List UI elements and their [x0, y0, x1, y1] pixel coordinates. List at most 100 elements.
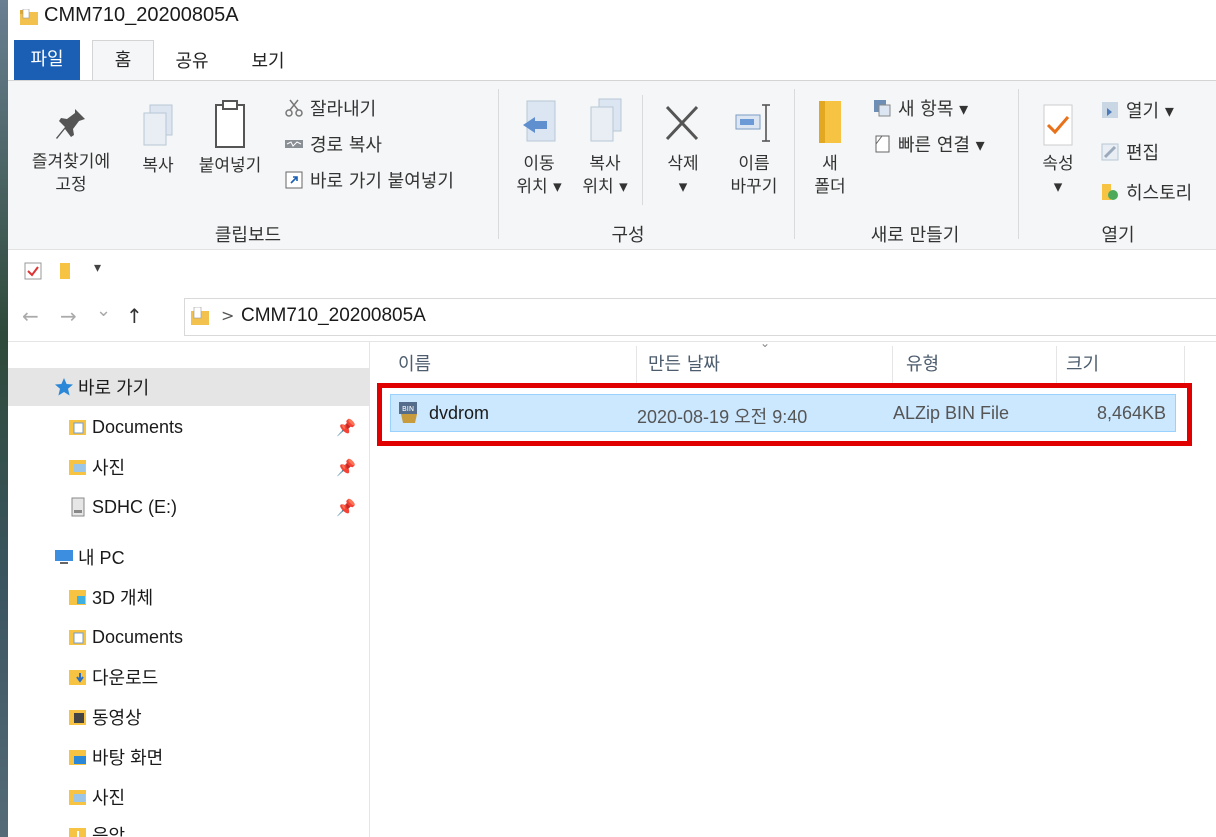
column-divider[interactable]	[892, 346, 893, 386]
move-to-label-line2: 위치 ▾	[516, 177, 562, 197]
nav-item-pictures[interactable]: 사진	[8, 778, 370, 816]
nav-label: 바탕 화면	[92, 748, 164, 768]
easy-access-label: 빠른 연결 ▾	[898, 135, 985, 156]
group-divider	[1018, 89, 1019, 239]
shortcut-icon	[284, 170, 304, 190]
delete-x-icon	[663, 97, 703, 149]
pin-icon	[51, 103, 91, 147]
nav-label: 동영상	[92, 708, 142, 728]
copy-to-button[interactable]: 복사 위치 ▾	[574, 97, 636, 199]
edit-button[interactable]: 편집	[1100, 139, 1159, 165]
back-button[interactable]: ←	[22, 304, 39, 328]
copy-path-label: 경로 복사	[310, 135, 382, 156]
nav-item-downloads[interactable]: 다운로드	[8, 658, 370, 696]
nav-item-documents[interactable]: Documents 📌	[8, 408, 370, 446]
clipboard-group-label: 클립보드	[214, 225, 282, 246]
open-button[interactable]: 열기 ▾	[1100, 97, 1174, 123]
clipboard-icon	[210, 97, 250, 151]
nav-item-videos[interactable]: 동영상	[8, 698, 370, 736]
nav-label: 3D 개체	[92, 588, 154, 608]
paste-label: 붙여넣기	[198, 156, 262, 176]
organize-group-label: 구성	[611, 225, 645, 246]
window-title: CMM710_20200805A	[44, 4, 239, 26]
pin-icon: 📌	[336, 420, 356, 437]
nav-item-sdhc[interactable]: SDHC (E:) 📌	[8, 488, 370, 526]
history-icon	[1100, 182, 1120, 202]
tab-share[interactable]: 공유	[162, 44, 222, 80]
new-item-button[interactable]: 새 항목 ▾	[872, 95, 968, 121]
copy-button[interactable]: 복사	[132, 103, 184, 178]
nav-item-3d-objects[interactable]: 3D 개체	[8, 578, 370, 616]
nav-label: 바로 가기	[78, 378, 150, 398]
new-folder-icon	[813, 97, 847, 149]
move-to-button[interactable]: 이동 위치 ▾	[508, 97, 570, 199]
new-folder-qat-icon[interactable]	[58, 262, 72, 284]
address-bar: ← → ⌄ ↑ > CMM710_20200805A	[8, 292, 1216, 342]
cut-button[interactable]: 잘라내기	[284, 95, 376, 121]
copy-to-label-line2: 위치 ▾	[582, 177, 628, 197]
scissors-icon	[284, 98, 304, 118]
new-folder-button[interactable]: 새 폴더	[804, 97, 856, 199]
easy-access-icon	[872, 134, 892, 154]
column-divider[interactable]	[636, 346, 637, 386]
tab-file[interactable]: 파일	[14, 40, 80, 80]
open-label: 열기 ▾	[1126, 101, 1174, 122]
nav-quick-access[interactable]: 바로 가기	[8, 368, 370, 406]
column-header-date[interactable]: 만든 날짜	[648, 350, 720, 376]
pin-to-quick-access-button[interactable]: 즐겨찾기에 고정	[16, 103, 126, 197]
path-icon	[284, 134, 304, 154]
pictures-folder-icon	[68, 787, 88, 807]
nav-label: SDHC (E:)	[92, 496, 177, 517]
copy-path-button[interactable]: 경로 복사	[284, 131, 382, 157]
qat-dropdown[interactable]: ▾	[94, 260, 101, 276]
nav-item-music[interactable]: 음악	[8, 816, 370, 837]
pin-icon: 📌	[336, 460, 356, 477]
column-divider[interactable]	[1056, 346, 1057, 386]
forward-button[interactable]: →	[60, 304, 77, 328]
delete-label-line2: ▾	[678, 177, 688, 197]
sort-indicator: ⌄	[760, 336, 771, 350]
breadcrumb-current[interactable]: CMM710_20200805A	[241, 305, 426, 327]
open-group-label: 열기	[1101, 225, 1135, 246]
properties-check-icon[interactable]	[24, 262, 42, 284]
nav-item-documents[interactable]: Documents	[8, 618, 370, 656]
new-group-label: 새로 만들기	[870, 225, 960, 246]
recent-locations-button[interactable]: ⌄	[96, 300, 111, 321]
column-header-name[interactable]: 이름	[398, 350, 431, 376]
copy-icon	[138, 103, 178, 151]
delete-button[interactable]: 삭제 ▾	[652, 97, 714, 199]
nav-label: Documents	[92, 416, 184, 437]
delete-label-line1: 삭제	[667, 154, 699, 174]
group-divider	[794, 89, 795, 239]
rename-button[interactable]: 이름 바꾸기	[720, 97, 788, 199]
nav-item-pictures[interactable]: 사진 📌	[8, 448, 370, 486]
open-icon	[1100, 100, 1120, 120]
nav-this-pc[interactable]: 내 PC	[8, 538, 370, 576]
music-folder-icon	[68, 825, 88, 837]
nav-label: 내 PC	[78, 548, 125, 568]
edit-label: 편집	[1126, 143, 1160, 164]
properties-label-line2: ▾	[1053, 177, 1063, 197]
tab-home[interactable]: 홈	[92, 40, 154, 80]
rename-icon	[734, 97, 774, 149]
breadcrumb-separator: >	[221, 306, 235, 325]
column-header-type[interactable]: 유형	[906, 350, 939, 376]
properties-button[interactable]: 속성 ▾	[1028, 103, 1088, 199]
nav-item-desktop[interactable]: 바탕 화면	[8, 738, 370, 776]
documents-folder-icon	[68, 417, 88, 437]
easy-access-button[interactable]: 빠른 연결 ▾	[872, 131, 985, 157]
paste-shortcut-button[interactable]: 바로 가기 붙여넣기	[284, 167, 454, 193]
desktop-edge	[0, 0, 8, 837]
desktop-folder-icon	[68, 747, 88, 767]
up-button[interactable]: ↑	[126, 304, 143, 328]
new-folder-label-line1: 새	[822, 154, 838, 174]
tab-view[interactable]: 보기	[236, 44, 300, 80]
rename-label-line1: 이름	[738, 154, 770, 174]
column-divider[interactable]	[1184, 346, 1185, 386]
paste-button[interactable]: 붙여넣기	[192, 97, 268, 178]
address-field[interactable]: > CMM710_20200805A	[184, 298, 1216, 336]
history-button[interactable]: 히스토리	[1100, 179, 1192, 205]
column-header-size[interactable]: 크기	[1066, 350, 1099, 376]
nav-label: Documents	[92, 626, 184, 647]
edit-icon	[1100, 142, 1120, 162]
